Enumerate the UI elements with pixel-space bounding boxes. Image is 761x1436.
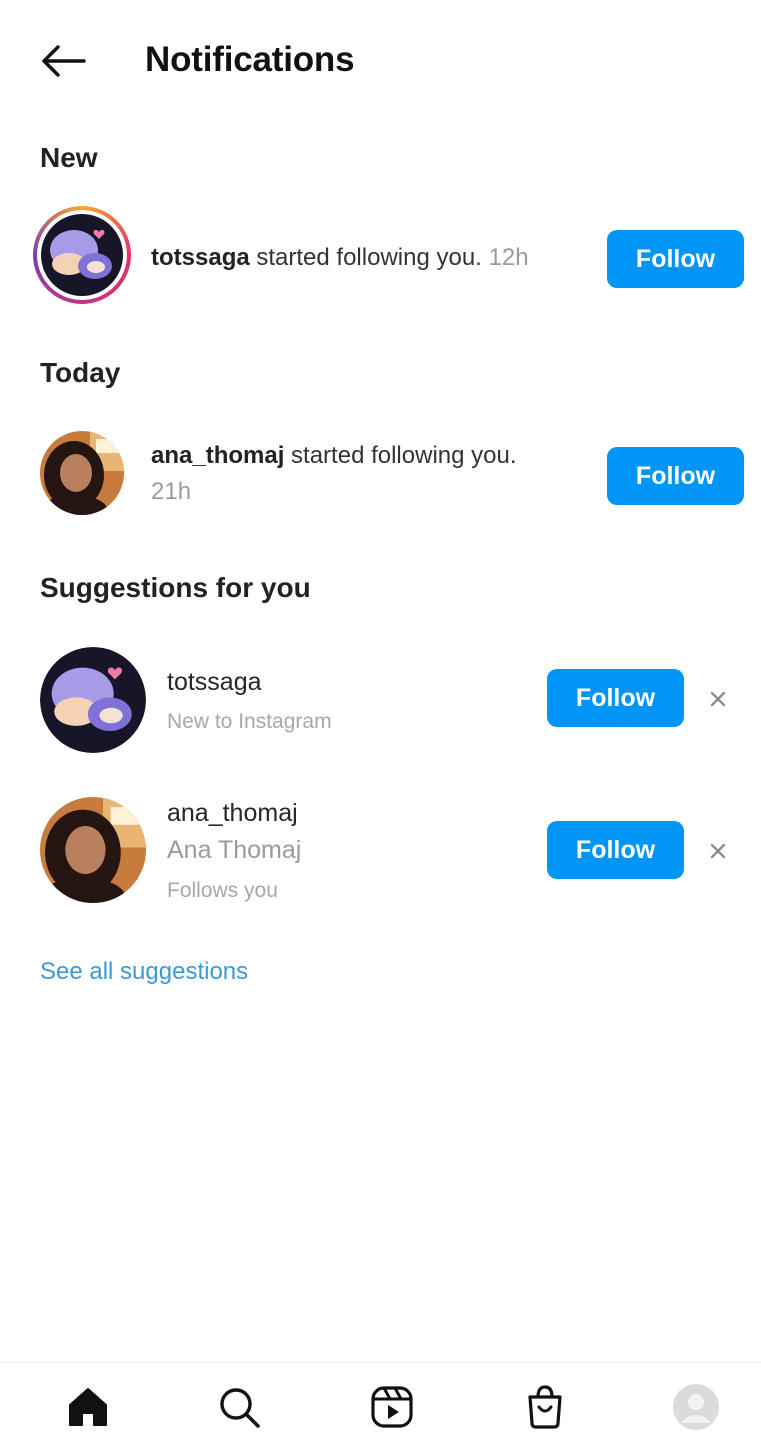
- notification-username[interactable]: ana_thomaj: [151, 442, 284, 469]
- story-ring[interactable]: [33, 206, 131, 304]
- suggestion-username[interactable]: ana_thomaj: [167, 799, 298, 828]
- follow-button[interactable]: Follow: [547, 821, 684, 879]
- notification-item[interactable]: ana_thomaj started following you. 21h Fo…: [0, 418, 761, 528]
- suggestion-item[interactable]: totssaga New to Instagram Follow: [0, 640, 761, 760]
- section-title-suggestions: Suggestions for you: [40, 572, 311, 603]
- notification-action: started following you.: [284, 442, 517, 469]
- notification-item[interactable]: totssaga started following you. 12h Foll…: [0, 203, 761, 313]
- sleeping-cartoon-avatar[interactable]: [40, 647, 146, 753]
- section-title-new: New: [40, 142, 98, 173]
- notification-text: ana_thomaj started following you. 21h: [151, 438, 581, 510]
- notification-text: totssaga started following you. 12h: [151, 240, 581, 276]
- reels-icon[interactable]: [368, 1383, 416, 1431]
- suggestion-subtitle: New to Instagram: [167, 710, 332, 733]
- page-title: Notifications: [145, 40, 355, 79]
- person-photo-avatar[interactable]: [40, 431, 124, 515]
- header-bar: Notifications: [0, 18, 761, 102]
- follow-button[interactable]: Follow: [607, 230, 744, 288]
- arrow-left-icon[interactable]: [40, 44, 86, 78]
- person-photo-avatar[interactable]: [40, 797, 146, 903]
- suggestion-subtitle: Follows you: [167, 879, 278, 902]
- notification-action: started following you.: [249, 244, 482, 271]
- sleeping-cartoon-avatar: [41, 214, 123, 296]
- close-icon[interactable]: [706, 687, 730, 711]
- see-all-suggestions-link[interactable]: See all suggestions: [40, 958, 248, 986]
- suggestion-username[interactable]: totssaga: [167, 668, 262, 697]
- suggestion-fullname: Ana Thomaj: [167, 836, 302, 864]
- shop-icon[interactable]: [521, 1383, 569, 1431]
- follow-button[interactable]: Follow: [607, 447, 744, 505]
- notification-time: 21h: [151, 478, 192, 505]
- follow-button[interactable]: Follow: [547, 669, 684, 727]
- notification-username[interactable]: totssaga: [151, 244, 250, 271]
- search-icon[interactable]: [215, 1383, 263, 1431]
- notification-time: 12h: [488, 244, 529, 271]
- home-icon[interactable]: [64, 1383, 112, 1431]
- suggestion-item[interactable]: ana_thomaj Ana Thomaj Follows you Follow: [0, 790, 761, 910]
- profile-icon[interactable]: [672, 1383, 720, 1431]
- bottom-nav: [0, 1362, 761, 1436]
- section-title-today: Today: [40, 357, 121, 388]
- close-icon[interactable]: [706, 839, 730, 863]
